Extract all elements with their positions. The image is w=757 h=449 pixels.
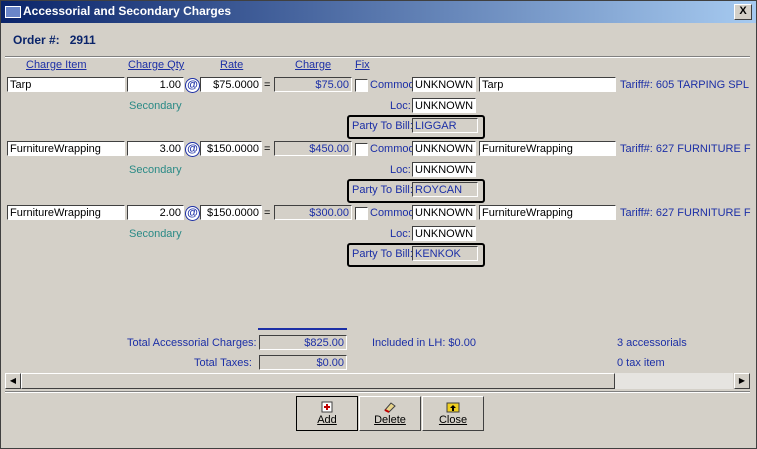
- charge-qty-input[interactable]: 1.00: [127, 77, 184, 92]
- charge-value: $300.00: [274, 205, 352, 220]
- tariff-label: Tariff#: 627 FURNITURE F: [620, 143, 751, 155]
- equals-sign: =: [264, 207, 271, 219]
- horizontal-scrollbar[interactable]: ◀ ▶: [5, 373, 750, 389]
- loc-label: Loc:: [390, 228, 411, 240]
- commod-input[interactable]: UNKNOWN: [412, 77, 476, 92]
- header-fix: Fix: [355, 59, 370, 71]
- commod-input[interactable]: UNKNOWN: [412, 141, 476, 156]
- tariff-label: Tariff#: 627 FURNITURE F: [620, 207, 751, 219]
- window-title: Accessorial and Secondary Charges: [23, 4, 232, 18]
- commod-label: Commod:: [370, 207, 418, 219]
- party-to-bill-label: Party To Bill:: [352, 120, 413, 132]
- header-rate: Rate: [220, 59, 244, 71]
- order-header: Order #: 2911: [13, 33, 96, 47]
- rate-input[interactable]: $150.0000: [200, 141, 262, 156]
- description-input[interactable]: FurnitureWrapping: [479, 141, 616, 156]
- fix-checkbox[interactable]: [355, 143, 368, 156]
- close-folder-icon: [446, 402, 460, 413]
- party-to-bill-value: KENKOK: [412, 246, 478, 261]
- accessorial-charges-window: Accessorial and Secondary Charges X Orde…: [0, 0, 757, 449]
- order-number: 2911: [69, 33, 96, 47]
- loc-label: Loc:: [390, 164, 411, 176]
- accessorial-count: 3 accessorials: [617, 337, 687, 349]
- loc-label: Loc:: [390, 100, 411, 112]
- header-charge: Charge: [295, 59, 332, 71]
- charge-item-input[interactable]: FurnitureWrapping: [7, 141, 125, 156]
- add-button[interactable]: Add: [296, 396, 358, 431]
- close-button[interactable]: Close: [422, 396, 484, 431]
- equals-sign: =: [264, 79, 271, 91]
- close-window-button[interactable]: X: [734, 4, 752, 20]
- party-to-bill-value: LIGGAR: [412, 118, 478, 133]
- charge-item-input[interactable]: Tarp: [7, 77, 125, 92]
- description-input[interactable]: Tarp: [479, 77, 616, 92]
- scroll-right-button[interactable]: ▶: [734, 373, 750, 389]
- at-icon: @: [185, 206, 200, 221]
- scroll-thumb[interactable]: [21, 373, 615, 389]
- charge-type-label: Secondary: [129, 100, 182, 112]
- tax-count: 0 tax item: [617, 357, 665, 369]
- at-icon: @: [185, 142, 200, 157]
- equals-sign: =: [264, 143, 271, 155]
- commod-label: Commod:: [370, 79, 418, 91]
- rate-input[interactable]: $75.0000: [200, 77, 262, 92]
- charge-qty-input[interactable]: 2.00: [127, 205, 184, 220]
- header-charge-item: Charge Item: [26, 59, 87, 71]
- button-bar-separator: [5, 391, 750, 393]
- app-icon: [5, 6, 21, 18]
- fix-checkbox[interactable]: [355, 207, 368, 220]
- charge-item-input[interactable]: FurnitureWrapping: [7, 205, 125, 220]
- party-to-bill-value: ROYCAN: [412, 182, 478, 197]
- charge-value: $450.00: [274, 141, 352, 156]
- commod-input[interactable]: UNKNOWN: [412, 205, 476, 220]
- close-button-label: Close: [438, 414, 468, 426]
- at-icon: @: [185, 78, 200, 93]
- tariff-label: Tariff#: 605 TARPING SPL: [620, 79, 750, 91]
- loc-input[interactable]: UNKNOWN: [412, 226, 476, 241]
- total-accessorial-value: $825.00: [259, 335, 347, 350]
- order-label: Order #:: [13, 33, 60, 47]
- party-to-bill-label: Party To Bill:: [352, 184, 413, 196]
- fix-checkbox[interactable]: [355, 79, 368, 92]
- charge-type-label: Secondary: [129, 228, 182, 240]
- header-separator: [5, 56, 750, 58]
- add-button-label: Add: [317, 414, 337, 426]
- delete-button[interactable]: Delete: [359, 396, 421, 431]
- loc-input[interactable]: UNKNOWN: [412, 98, 476, 113]
- loc-input[interactable]: UNKNOWN: [412, 162, 476, 177]
- description-input[interactable]: FurnitureWrapping: [479, 205, 616, 220]
- add-icon: [321, 401, 333, 413]
- eraser-icon: [384, 402, 396, 413]
- scroll-left-button[interactable]: ◀: [5, 373, 21, 389]
- total-taxes-label: Total Taxes:: [194, 357, 252, 369]
- charge-value: $75.00: [274, 77, 352, 92]
- title-bar[interactable]: Accessorial and Secondary Charges X: [1, 1, 756, 23]
- total-taxes-value: $0.00: [259, 355, 347, 370]
- header-charge-qty: Charge Qty: [128, 59, 185, 71]
- commod-label: Commod:: [370, 143, 418, 155]
- rate-input[interactable]: $150.0000: [200, 205, 262, 220]
- total-underline: [258, 328, 347, 330]
- charge-type-label: Secondary: [129, 164, 182, 176]
- party-to-bill-label: Party To Bill:: [352, 248, 413, 260]
- total-accessorial-label: Total Accessorial Charges:: [127, 337, 257, 349]
- charge-qty-input[interactable]: 3.00: [127, 141, 184, 156]
- included-in-lh: Included in LH: $0.00: [372, 337, 476, 349]
- delete-button-label: Delete: [374, 414, 406, 426]
